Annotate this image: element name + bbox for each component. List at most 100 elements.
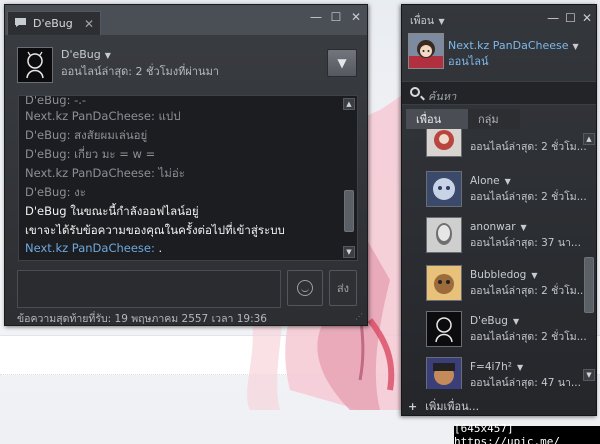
tab-groups[interactable]: กลุ่ม [468, 109, 520, 129]
friends-title: เพื่อน [410, 15, 434, 27]
close-icon[interactable]: ✕ [349, 10, 363, 24]
typing-text: . [158, 241, 163, 255]
avatar [426, 129, 462, 157]
search-icon [410, 87, 420, 97]
friend-name: D'eBug ▼ [470, 315, 519, 327]
message-line: D'eBug: สงสัยผมเล่นอยู่ [25, 128, 148, 142]
system-message: เขาจะได้รับข้อความของคุณในครั้งต่อไปที่เ… [25, 223, 285, 237]
maximize-icon[interactable]: ☐ [329, 10, 343, 24]
message-history[interactable]: D'eBug: -.- Next.kz PanDaCheese: แปป D'e… [18, 95, 358, 261]
chevron-down-icon: ▼ [531, 271, 538, 280]
window-controls: — ☐ ✕ [309, 10, 363, 24]
window-controls: — ☐ ✕ [547, 11, 592, 25]
chevron-down-icon: ▼ [337, 56, 347, 70]
minimize-icon[interactable]: — [309, 10, 323, 24]
scroll-up-icon[interactable]: ▲ [583, 133, 595, 145]
friend-name: Alone ▼ [470, 175, 511, 187]
friend-name-label: D'eBug [470, 315, 508, 327]
avatar[interactable] [17, 47, 53, 83]
friend-item[interactable]: F=4i7h² ▼ ออนไลน์ล่าสุด: 47 นา... [420, 353, 592, 389]
friend-name: Bubbledog ▼ [470, 269, 537, 281]
message-scrollbar[interactable]: ▲ ▼ [343, 98, 355, 258]
friend-status: ออนไลน์ล่าสุด: 2 ชั่วโม... [470, 331, 587, 343]
chevron-down-icon: ▼ [520, 223, 527, 232]
friend-status: ออนไลน์ล่าสุด: 2 ชั่วโม... [470, 191, 587, 203]
contact-name[interactable]: D'eBug ▼ [61, 48, 111, 61]
scroll-down-icon[interactable]: ▼ [343, 246, 355, 258]
friend-name-label: F=4i7h² [470, 361, 512, 373]
friend-name-label: Bubbledog [470, 269, 527, 281]
friends-scrollbar[interactable]: ▲ ▼ [583, 133, 595, 387]
search-input[interactable]: ค้นหา [428, 87, 456, 105]
avatar [426, 265, 462, 301]
message-line: Next.kz PanDaCheese: แปป [25, 109, 181, 123]
close-icon[interactable]: ✕ [84, 17, 94, 31]
avatar [426, 311, 462, 347]
friend-name: F=4i7h² ▼ [470, 361, 523, 373]
friend-name: anonwar ▼ [470, 221, 527, 233]
friend-status: ออนไลน์ล่าสุด: 37 นา... [470, 237, 581, 249]
chat-tab-title: D'eBug [33, 17, 73, 30]
chat-titlebar[interactable]: D'eBug ✕ — ☐ ✕ [5, 5, 367, 35]
watermark: [645x457] https://upic.me/ [454, 422, 600, 444]
chat-contact-header: D'eBug ▼ ออนไลน์ล่าสุด: 2 ชั่วโมงที่ผ่านม… [15, 47, 359, 87]
message-input[interactable] [17, 270, 281, 308]
friends-window: เพื่อน ▼ — ☐ ✕ Next.kz PanDaCheese ▼ ออนไ… [401, 4, 597, 416]
chat-options-button[interactable]: ▼ [327, 49, 357, 77]
chat-bubble-icon [14, 17, 27, 31]
minimize-icon[interactable]: — [547, 11, 559, 25]
avatar[interactable] [408, 33, 444, 69]
friend-item[interactable]: Alone ▼ ออนไลน์ล่าสุด: 2 ชั่วโม... [420, 167, 592, 213]
chevron-down-icon: ▼ [504, 177, 511, 186]
scroll-up-icon[interactable]: ▲ [343, 98, 355, 110]
last-message-info: ข้อความสุดท้ายที่รับ: 19 พฤษภาคม 2557 เว… [17, 313, 267, 325]
friend-item[interactable]: Bubbledog ▼ ออนไลน์ล่าสุด: 2 ชั่วโม... [420, 261, 592, 307]
chat-window: D'eBug ✕ — ☐ ✕ D'eBug ▼ ออนไลน์ล่าสุด: 2 … [4, 4, 368, 326]
avatar [426, 357, 462, 389]
smiley-icon [297, 280, 313, 296]
friend-item[interactable]: ออนไลน์ล่าสุด: 2 ชั่วโม... [420, 129, 592, 163]
add-friend-button[interactable]: + เพิ่มเพื่อน... [408, 397, 479, 415]
maximize-icon[interactable]: ☐ [565, 11, 576, 25]
friends-tabs: เพื่อน กลุ่ม [406, 109, 594, 129]
chevron-down-icon: ▼ [104, 51, 111, 60]
plus-icon: + [408, 400, 418, 413]
my-name[interactable]: Next.kz PanDaCheese ▼ [448, 39, 579, 52]
friend-item[interactable]: anonwar ▼ ออนไลน์ล่าสุด: 37 นา... [420, 213, 592, 259]
contact-name-label: D'eBug [61, 48, 101, 61]
scroll-down-icon[interactable]: ▼ [583, 369, 595, 381]
friend-search[interactable]: ค้นหา [402, 81, 596, 105]
message-line: Next.kz PanDaCheese: ไม่อ่ะ [25, 166, 185, 180]
friends-list: ออนไลน์ล่าสุด: 2 ชั่วโม... Alone ▼ ออนไลน… [420, 129, 592, 389]
chevron-down-icon: ▼ [436, 17, 445, 26]
friend-name-label: Alone [470, 175, 500, 187]
avatar [426, 217, 462, 253]
my-status: ออนไลน์ [448, 55, 489, 68]
avatar [426, 171, 462, 207]
scroll-thumb[interactable] [584, 257, 594, 313]
typing-line: Next.kz PanDaCheese: . [25, 241, 162, 255]
friend-item[interactable]: D'eBug ▼ ออนไลน์ล่าสุด: 2 ชั่วโม... [420, 307, 592, 353]
friends-menu[interactable]: เพื่อน ▼ [410, 12, 445, 29]
chat-tab[interactable]: D'eBug ✕ [7, 11, 101, 35]
message-line: D'eBug: -.- [25, 95, 87, 107]
send-button[interactable]: ส่ง [329, 270, 357, 306]
friend-status: ออนไลน์ล่าสุด: 2 ชั่วโม... [470, 141, 587, 153]
chevron-down-icon: ▼ [516, 363, 524, 372]
message-line: D'eBug: เกี่ยว มะ = w = [25, 147, 156, 161]
add-friend-label: เพิ่มเพื่อน... [425, 400, 480, 413]
message-line: D'eBug: งะ [25, 185, 86, 199]
tab-friends[interactable]: เพื่อน [406, 109, 468, 129]
friend-status: ออนไลน์ล่าสุด: 47 นา... [470, 377, 581, 389]
system-message: D'eBug ในขณะนี้กำลังออฟไลน์อยู่ [25, 204, 199, 218]
typing-sender: Next.kz PanDaCheese: [25, 241, 155, 255]
emoticon-button[interactable] [287, 270, 323, 306]
friend-status: ออนไลน์ล่าสุด: 2 ชั่วโม... [470, 285, 587, 297]
resize-grip-icon[interactable]: ⋰ [355, 312, 363, 321]
scroll-thumb[interactable] [344, 190, 354, 232]
my-name-label: Next.kz PanDaCheese [448, 39, 569, 52]
chevron-down-icon: ▼ [572, 42, 579, 51]
friend-name-label: anonwar [470, 221, 516, 233]
close-icon[interactable]: ✕ [582, 11, 592, 25]
chevron-down-icon: ▼ [512, 317, 520, 326]
